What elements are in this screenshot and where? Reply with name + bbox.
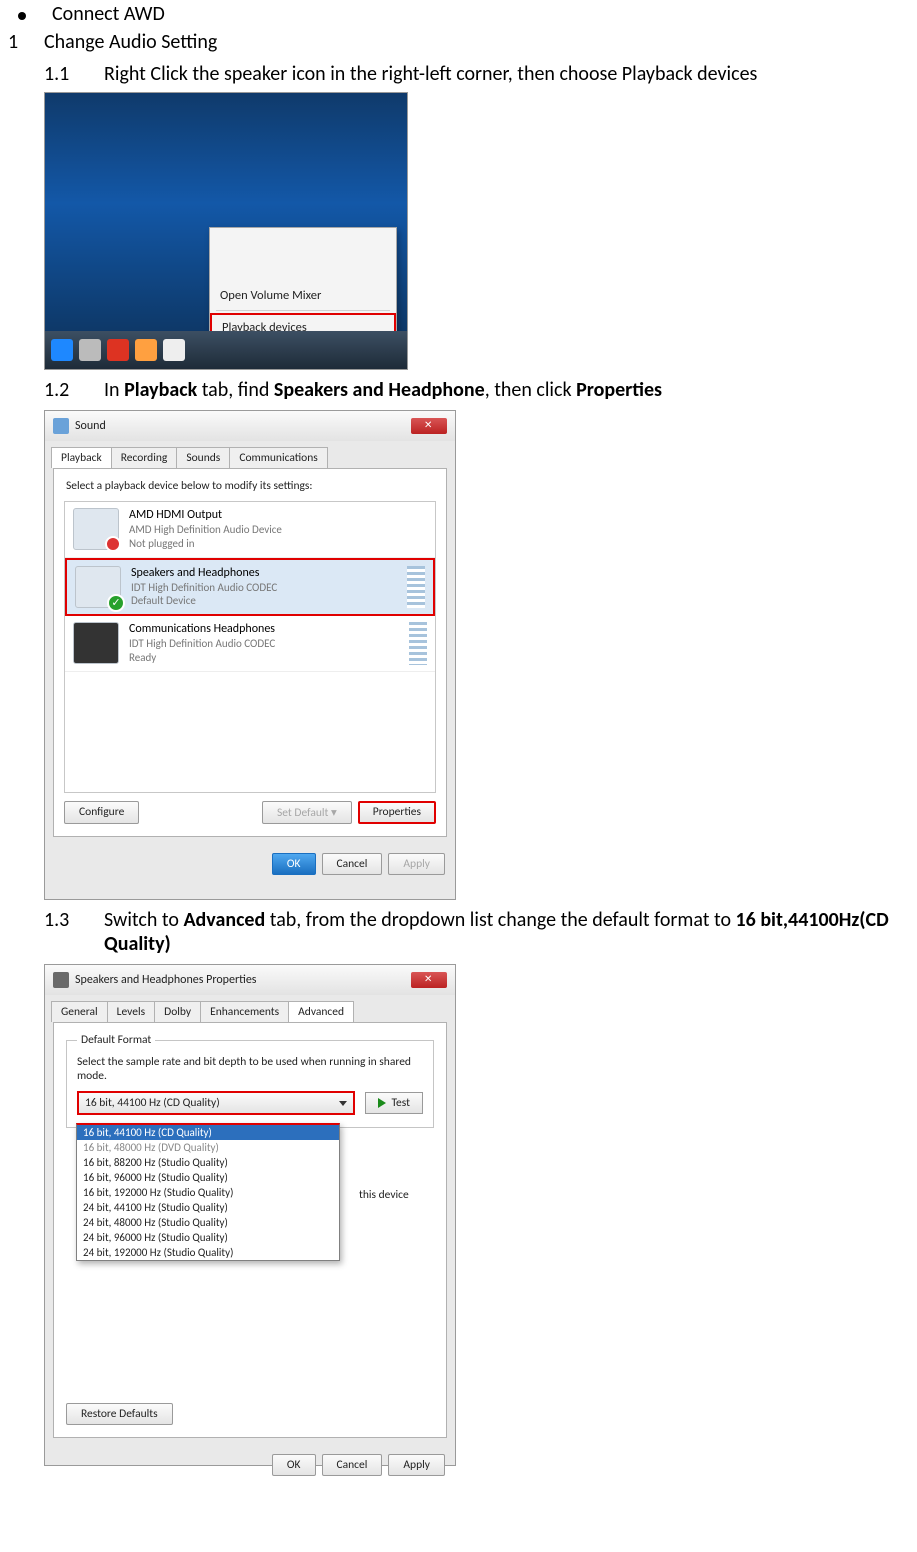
- apply-button[interactable]: Apply: [388, 853, 445, 875]
- tab-levels[interactable]: Levels: [107, 1001, 155, 1022]
- play-icon: [378, 1098, 386, 1108]
- step-1-3-number: 1.3: [44, 908, 104, 956]
- tab-recording[interactable]: Recording: [111, 447, 178, 468]
- cancel-button[interactable]: Cancel: [322, 1454, 383, 1476]
- tab-playback[interactable]: Playback: [51, 447, 112, 468]
- window-icon: [53, 418, 69, 434]
- close-button[interactable]: ✕: [411, 972, 447, 988]
- bullet-icon: [18, 12, 26, 20]
- default-format-group: Default Format Select the sample rate an…: [66, 1033, 434, 1128]
- format-option[interactable]: 24 bit, 44100 Hz (Studio Quality): [77, 1200, 339, 1215]
- screenshot-context-menu: Open Volume Mixer Playback devices Recor…: [44, 92, 408, 370]
- step-1-1-text: Right Click the speaker icon in the righ…: [104, 62, 917, 86]
- taskbar: [45, 331, 407, 369]
- step-1-number: 1: [8, 30, 44, 54]
- headphones-device-icon: [73, 622, 119, 664]
- close-button[interactable]: [411, 418, 447, 434]
- device-state: Default Device: [131, 594, 277, 608]
- level-meter: [409, 622, 427, 665]
- device-name: Communications Headphones: [129, 622, 275, 637]
- device-list: AMD HDMI Output AMD High Definition Audi…: [64, 501, 436, 793]
- device-desc: IDT High Definition Audio CODEC: [131, 581, 277, 595]
- speakers-device-icon: [75, 566, 121, 608]
- speaker-tray-icon[interactable]: [163, 339, 185, 361]
- apply-button[interactable]: Apply: [388, 1454, 445, 1476]
- device-name: Speakers and Headphones: [131, 566, 277, 581]
- instruction-text: Select a playback device below to modify…: [66, 479, 436, 493]
- bullet-text: Connect AWD: [52, 2, 165, 26]
- taskbar-icon[interactable]: [107, 339, 129, 361]
- format-dropdown-list: 16 bit, 44100 Hz (CD Quality) 16 bit, 48…: [76, 1123, 340, 1261]
- tab-general[interactable]: General: [51, 1001, 108, 1022]
- step-1-2-text: In Playback tab, find Speakers and Headp…: [104, 378, 917, 402]
- level-meter: [407, 566, 425, 609]
- set-default-button[interactable]: Set Default ▾: [262, 801, 352, 824]
- format-option[interactable]: 16 bit, 192000 Hz (Studio Quality): [77, 1185, 339, 1200]
- taskbar-icon[interactable]: [51, 339, 73, 361]
- format-option[interactable]: 24 bit, 96000 Hz (Studio Quality): [77, 1230, 339, 1245]
- format-option[interactable]: 16 bit, 44100 Hz (CD Quality): [77, 1125, 339, 1140]
- tab-communications[interactable]: Communications: [229, 447, 327, 468]
- device-row[interactable]: AMD HDMI Output AMD High Definition Audi…: [65, 502, 435, 558]
- tab-bar: Playback Recording Sounds Communications: [45, 441, 455, 468]
- screenshot-advanced-properties: Speakers and Headphones Properties ✕ Gen…: [44, 964, 456, 1466]
- test-button[interactable]: Test: [365, 1092, 423, 1114]
- tab-sounds[interactable]: Sounds: [176, 447, 230, 468]
- taskbar-icon[interactable]: [135, 339, 157, 361]
- tab-bar: General Levels Dolby Enhancements Advanc…: [45, 995, 455, 1022]
- device-name: AMD HDMI Output: [129, 508, 282, 523]
- default-format-desc: Select the sample rate and bit depth to …: [77, 1055, 423, 1083]
- device-desc: IDT High Definition Audio CODEC: [129, 637, 275, 651]
- menu-item-open-volume-mixer[interactable]: Open Volume Mixer: [210, 283, 396, 308]
- format-option[interactable]: 16 bit, 96000 Hz (Studio Quality): [77, 1170, 339, 1185]
- screenshot-sound-dialog: Sound Playback Recording Sounds Communic…: [44, 410, 456, 900]
- tab-enhancements[interactable]: Enhancements: [200, 1001, 289, 1022]
- device-row-selected[interactable]: Speakers and Headphones IDT High Definit…: [65, 558, 435, 617]
- step-1-3-text: Switch to Advanced tab, from the dropdow…: [104, 908, 917, 956]
- default-format-legend: Default Format: [77, 1033, 155, 1047]
- window-icon: [53, 972, 69, 988]
- ok-button[interactable]: OK: [272, 1454, 316, 1476]
- format-option[interactable]: 24 bit, 192000 Hz (Studio Quality): [77, 1245, 339, 1260]
- restore-defaults-button[interactable]: Restore Defaults: [66, 1403, 173, 1425]
- format-option[interactable]: 24 bit, 48000 Hz (Studio Quality): [77, 1215, 339, 1230]
- format-dropdown[interactable]: 16 bit, 44100 Hz (CD Quality): [77, 1091, 355, 1115]
- device-state: Ready: [129, 651, 275, 665]
- tab-advanced[interactable]: Advanced: [288, 1001, 354, 1022]
- titlebar: Speakers and Headphones Properties ✕: [45, 965, 455, 995]
- configure-button[interactable]: Configure: [64, 801, 139, 824]
- device-row[interactable]: Communications Headphones IDT High Defin…: [65, 616, 435, 672]
- step-1-2-number: 1.2: [44, 378, 104, 402]
- titlebar: Sound: [45, 411, 455, 441]
- format-option[interactable]: 16 bit, 88200 Hz (Studio Quality): [77, 1155, 339, 1170]
- properties-button[interactable]: Properties: [358, 801, 436, 824]
- format-dropdown-value: 16 bit, 44100 Hz (CD Quality): [85, 1096, 220, 1110]
- ok-button[interactable]: OK: [272, 853, 316, 875]
- device-desc: AMD High Definition Audio Device: [129, 523, 282, 537]
- window-title: Sound: [75, 419, 411, 433]
- device-state: Not plugged in: [129, 537, 282, 551]
- step-1-text: Change Audio Setting: [44, 30, 217, 54]
- cancel-button[interactable]: Cancel: [322, 853, 383, 875]
- step-1-1-number: 1.1: [44, 62, 104, 86]
- partial-visible-text: this device: [359, 1188, 409, 1202]
- hdmi-device-icon: [73, 508, 119, 550]
- taskbar-icon[interactable]: [79, 339, 101, 361]
- tab-dolby[interactable]: Dolby: [154, 1001, 201, 1022]
- format-option[interactable]: 16 bit, 48000 Hz (DVD Quality): [77, 1140, 339, 1155]
- chevron-down-icon: [339, 1101, 347, 1106]
- window-title: Speakers and Headphones Properties: [75, 973, 411, 987]
